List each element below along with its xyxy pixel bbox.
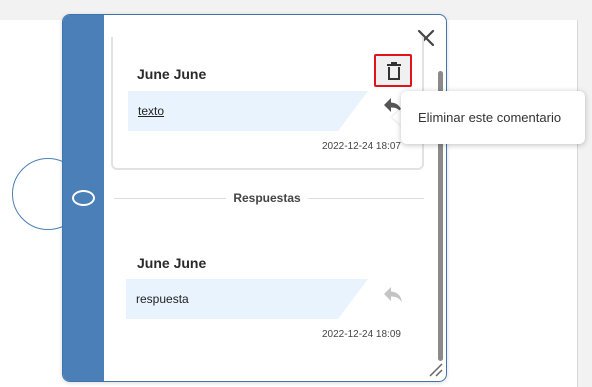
reply-bubble-tail (338, 279, 368, 319)
comments-popup: June June texto 2022-12-24 18:07 Respues… (62, 14, 447, 382)
delete-comment-button[interactable] (374, 54, 412, 87)
comment-text-bubble: texto (128, 91, 338, 131)
popup-side-bar (63, 15, 104, 381)
reply-icon (384, 287, 402, 302)
comment-author: June June (137, 66, 207, 82)
resize-grip-icon (429, 363, 443, 377)
reply-text-bubble: respuesta (126, 279, 338, 319)
comment-bubble-tail (338, 91, 368, 131)
divider-left (114, 198, 226, 199)
trash-icon (387, 62, 401, 80)
replies-section-label: Respuestas (233, 191, 301, 205)
reply-to-reply-button[interactable] (383, 286, 403, 309)
resize-handle[interactable] (427, 361, 443, 377)
divider-right (308, 198, 424, 199)
ellipse-shape-icon (72, 190, 95, 206)
reply-text: respuesta (136, 292, 189, 306)
comment-timestamp: 2022-12-24 18:07 (322, 141, 401, 152)
comment-text: texto (138, 104, 165, 118)
reply-timestamp: 2022-12-24 18:09 (322, 329, 401, 340)
delete-tooltip: Eliminar este comentario (401, 91, 585, 144)
reply-author: June June (137, 255, 207, 271)
